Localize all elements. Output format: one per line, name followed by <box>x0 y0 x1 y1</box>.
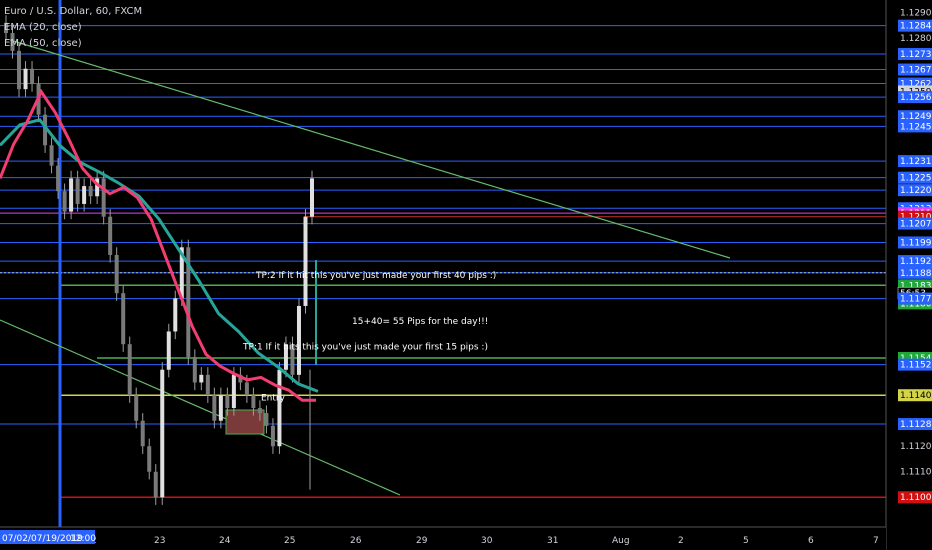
price-label: 1.12204 <box>900 186 932 196</box>
candle-body <box>225 395 230 408</box>
candle-body <box>127 344 132 396</box>
candle-body <box>82 186 87 204</box>
price-label: 1.12738 <box>900 50 932 60</box>
date-label: 07/02/ <box>2 534 32 544</box>
candle-body <box>270 425 275 447</box>
time-tick-label: 24 <box>219 536 231 546</box>
time-tick-label: 31 <box>547 536 558 546</box>
date-label: 12:00 <box>70 534 96 544</box>
candle-body <box>264 413 269 426</box>
candle-body <box>147 446 152 472</box>
price-label: 1.11400 <box>900 391 932 401</box>
candle-body <box>69 178 74 212</box>
candle-body <box>56 165 61 192</box>
price-label: 1.12569 <box>900 93 932 103</box>
price-tick-label: 1.11200 <box>900 442 932 452</box>
time-tick-label: 5 <box>743 536 749 546</box>
price-tick-label: 1.12900 <box>900 9 932 19</box>
time-axis[interactable] <box>0 527 886 550</box>
candle-body <box>101 178 106 217</box>
price-label: 1.12253 <box>900 174 932 184</box>
price-label: 1.11999 <box>900 238 932 248</box>
time-tick-label: Aug <box>612 536 630 546</box>
candle-body <box>140 420 145 447</box>
candle-body <box>205 374 210 396</box>
candle-body <box>277 369 282 447</box>
price-label: 1.12849 <box>900 22 932 32</box>
candle-body <box>30 68 35 85</box>
candle-body <box>108 216 113 255</box>
candle-body <box>121 293 126 345</box>
price-label: 1.12318 <box>900 157 932 167</box>
price-label: 1.11287 <box>900 420 932 430</box>
candle-body <box>62 191 67 212</box>
candle-body <box>231 374 236 408</box>
candle-body <box>257 407 262 414</box>
candle-body <box>199 374 204 383</box>
candle-body <box>192 356 197 383</box>
time-tick-label: 23 <box>154 536 165 546</box>
ema50-legend[interactable]: EMA (50, close) <box>4 36 142 52</box>
candle-body <box>173 298 178 332</box>
candle-body <box>49 145 54 166</box>
annotation-label: Entry <box>261 393 286 403</box>
candle-body <box>212 395 217 421</box>
price-label: 1.12677 <box>900 66 932 76</box>
price-label: 1.11880 <box>900 269 932 279</box>
ema20-legend[interactable]: EMA (20, close) <box>4 20 142 36</box>
candle-body <box>134 395 139 421</box>
candle-body <box>218 395 223 421</box>
price-label: 1.12454 <box>900 122 932 132</box>
time-tick-label: 30 <box>481 536 493 546</box>
time-tick-label: 2 <box>678 536 684 546</box>
chart-legend: Euro / U.S. Dollar, 60, FXCM EMA (20, cl… <box>4 4 142 52</box>
annotation-label: TP:2 If it hit this you've just made you… <box>255 271 496 281</box>
time-tick-label: 6 <box>808 536 814 546</box>
symbol-title[interactable]: Euro / U.S. Dollar, 60, FXCM <box>4 4 142 20</box>
price-label: 1.11779 <box>900 295 932 305</box>
candle-body <box>114 254 119 294</box>
candle-body <box>296 305 301 375</box>
candle-body <box>23 68 28 90</box>
price-tick-label: 1.11100 <box>900 468 932 478</box>
time-tick-label: 25 <box>284 536 295 546</box>
price-label: 1.11926 <box>900 257 932 267</box>
candle-body <box>251 395 256 408</box>
price-label: 1.11520 <box>900 361 932 371</box>
price-label: 1.12073 <box>900 220 932 230</box>
candle-body <box>88 186 93 197</box>
time-tick-label: 7 <box>873 536 879 546</box>
candle-body <box>166 331 171 370</box>
time-tick-label: 26 <box>350 536 362 546</box>
candle-body <box>310 178 314 217</box>
time-tick-label: 29 <box>416 536 428 546</box>
candle-body <box>75 178 80 204</box>
price-chart[interactable]: TP:2 If it hit this you've just made you… <box>0 0 932 550</box>
entry-zone-box[interactable] <box>225 409 265 435</box>
candle-body <box>244 382 249 396</box>
price-tick-label: 1.12800 <box>900 34 932 44</box>
price-label: 1.11000 <box>900 493 932 503</box>
candle-body <box>17 50 22 90</box>
candle-body <box>153 471 158 498</box>
annotation-label: TP:1 If it hits this you've just made yo… <box>242 342 488 352</box>
candle-body <box>303 216 308 306</box>
annotation-label: 15+40= 55 Pips for the day!!! <box>352 317 488 327</box>
candle-body <box>160 369 165 498</box>
